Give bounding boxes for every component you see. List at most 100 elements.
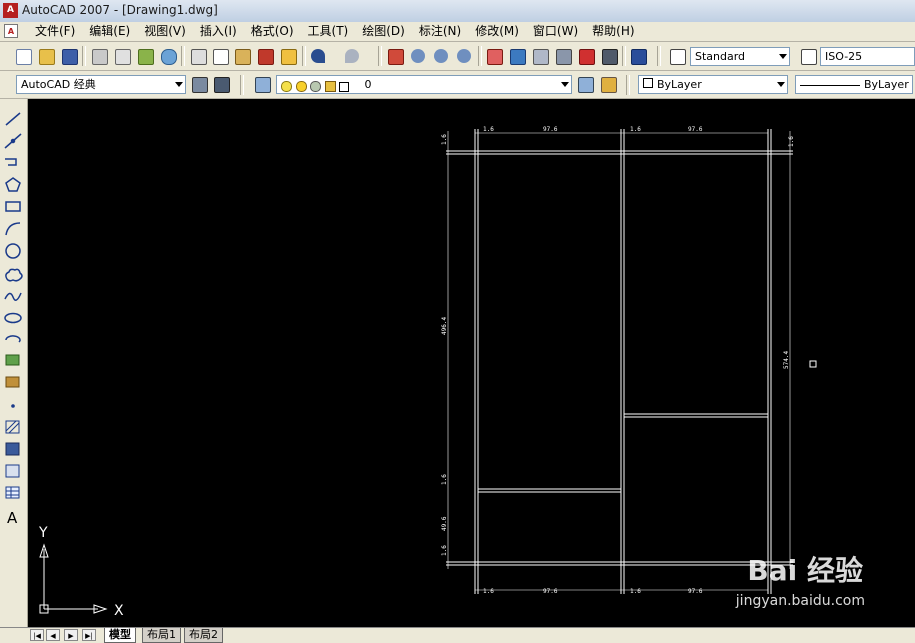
circle-icon[interactable] — [5, 243, 21, 259]
make-object-layer-current-icon[interactable] — [576, 75, 594, 93]
menu-view[interactable]: 视图(V) — [137, 24, 193, 39]
spline-icon[interactable] — [4, 292, 22, 301]
dim-right-top-small: 1.6 — [788, 136, 795, 147]
tab-layout1[interactable]: 布局1 — [142, 628, 181, 643]
block-editor-icon[interactable] — [279, 47, 297, 65]
drawing-canvas[interactable]: 1.6 97.6 1.6 97.6 1.6 1.6 496.4 574.4 1.… — [28, 99, 915, 627]
redo-icon[interactable] — [343, 47, 361, 65]
construction-line-icon[interactable] — [4, 133, 22, 149]
ellipse-icon[interactable] — [4, 312, 22, 324]
toolbar-separator — [181, 46, 185, 66]
layer-properties-icon[interactable] — [253, 75, 271, 93]
text-style-combo[interactable]: Standard — [690, 47, 790, 66]
menu-draw[interactable]: 绘图(D) — [355, 24, 412, 39]
linetype-combo[interactable]: ByLayer — [795, 75, 913, 94]
linetype-value: ByLayer — [864, 78, 909, 91]
text-style-icon[interactable] — [668, 47, 686, 65]
dim-top-left-small: 1.6 — [483, 126, 494, 133]
sun-icon — [295, 81, 307, 92]
undo-icon[interactable] — [309, 47, 327, 65]
tab-layout2[interactable]: 布局2 — [184, 628, 223, 643]
first-tab-icon[interactable]: |◀ — [30, 629, 44, 641]
menu-window[interactable]: 窗口(W) — [526, 24, 585, 39]
toolbar-separator — [302, 46, 306, 66]
menu-file[interactable]: 文件(F) — [28, 24, 82, 39]
ucs-x-label: X — [114, 603, 124, 619]
revision-cloud-icon[interactable] — [5, 268, 23, 282]
save-workspace-icon[interactable] — [212, 75, 230, 93]
dimension-style-icon[interactable] — [799, 47, 817, 65]
next-tab-icon[interactable]: ▶ — [64, 629, 78, 641]
cut-icon[interactable] — [189, 47, 207, 65]
menu-dimension[interactable]: 标注(N) — [412, 24, 468, 39]
chevron-down-icon — [561, 82, 569, 87]
menu-items: 文件(F) 编辑(E) 视图(V) 插入(I) 格式(O) 工具(T) 绘图(D… — [28, 24, 642, 39]
zoom-window-icon[interactable] — [432, 47, 450, 65]
polygon-icon[interactable] — [5, 177, 21, 192]
plot-icon[interactable] — [90, 47, 108, 65]
design-center-icon[interactable] — [508, 47, 526, 65]
dimension-style-combo[interactable]: ISO-25 — [820, 47, 915, 66]
region-icon[interactable] — [5, 464, 20, 478]
make-block-icon[interactable] — [5, 376, 20, 388]
open-file-icon[interactable] — [37, 47, 55, 65]
help-icon[interactable] — [629, 47, 647, 65]
layer-state-icons — [281, 80, 361, 92]
menu-edit[interactable]: 编辑(E) — [82, 24, 137, 39]
copy-icon[interactable] — [211, 47, 229, 65]
new-file-icon[interactable] — [14, 47, 32, 65]
pan-realtime-icon[interactable] — [386, 47, 404, 65]
dim-left-lower: 49.6 — [441, 516, 448, 531]
line-icon[interactable] — [5, 112, 21, 126]
toolbar-separator — [82, 46, 86, 66]
save-icon[interactable] — [60, 47, 78, 65]
door-frame-geometry — [446, 129, 793, 594]
point-icon[interactable] — [11, 404, 15, 408]
zoom-previous-icon[interactable] — [455, 47, 473, 65]
calculator-icon[interactable] — [600, 47, 618, 65]
table-icon[interactable] — [5, 486, 20, 499]
chevron-down-icon — [777, 82, 785, 87]
paste-icon[interactable] — [233, 47, 251, 65]
hatch-icon[interactable] — [5, 420, 20, 434]
publish-icon[interactable] — [136, 47, 154, 65]
dimension-style-value: ISO-25 — [825, 50, 863, 63]
workspace-settings-icon[interactable] — [190, 75, 208, 93]
prev-tab-icon[interactable]: ◀ — [46, 629, 60, 641]
workspace-combo[interactable]: AutoCAD 经典 — [16, 75, 186, 94]
toolbar-separator — [626, 75, 630, 95]
autocad-app-icon[interactable]: A — [3, 3, 18, 18]
layer-previous-icon[interactable] — [599, 75, 617, 93]
arc-icon[interactable] — [5, 222, 21, 236]
document-icon[interactable]: A — [4, 24, 18, 38]
tab-model[interactable]: 模型 — [104, 628, 136, 643]
menu-tools[interactable]: 工具(T) — [301, 24, 356, 39]
layer-combo[interactable]: 0 — [276, 75, 572, 94]
grip-marker[interactable] — [809, 360, 817, 368]
3d-dwf-icon[interactable] — [159, 47, 177, 65]
sheet-set-icon[interactable] — [554, 47, 572, 65]
menu-format[interactable]: 格式(O) — [244, 24, 301, 39]
properties-icon[interactable] — [485, 47, 503, 65]
multiline-text-icon[interactable]: A — [7, 509, 18, 527]
last-tab-icon[interactable]: ▶| — [82, 629, 96, 641]
tool-palettes-icon[interactable] — [531, 47, 549, 65]
match-properties-icon[interactable] — [256, 47, 274, 65]
gradient-icon[interactable] — [5, 442, 20, 456]
zoom-realtime-icon[interactable] — [409, 47, 427, 65]
markup-set-icon[interactable] — [577, 47, 595, 65]
dim-top-right-small: 1.6 — [630, 126, 641, 133]
dim-bottom-right-main: 97.6 — [688, 588, 703, 595]
rectangle-icon[interactable] — [5, 201, 21, 212]
menu-insert[interactable]: 插入(I) — [193, 24, 244, 39]
insert-block-icon[interactable] — [5, 354, 20, 366]
plot-preview-icon[interactable] — [113, 47, 131, 65]
drawing-svg: 1.6 97.6 1.6 97.6 1.6 1.6 496.4 574.4 1.… — [38, 126, 817, 619]
ellipse-arc-icon[interactable] — [5, 335, 21, 343]
color-value: ByLayer — [657, 78, 702, 91]
menu-help[interactable]: 帮助(H) — [585, 24, 641, 39]
polyline-icon[interactable] — [5, 158, 17, 166]
color-combo[interactable]: ByLayer — [638, 75, 788, 94]
menu-modify[interactable]: 修改(M) — [468, 24, 526, 39]
viewport-freeze-icon — [310, 81, 321, 92]
